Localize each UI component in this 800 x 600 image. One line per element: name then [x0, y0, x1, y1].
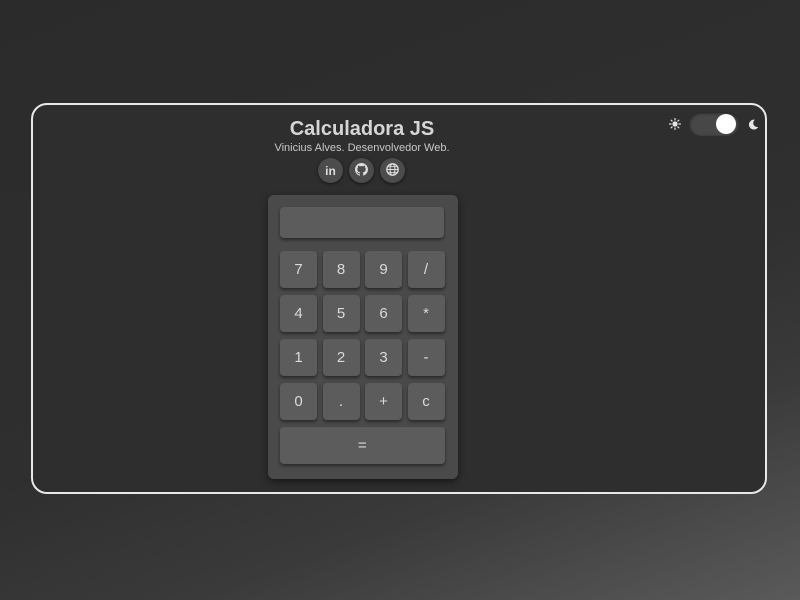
key-divide[interactable]: / — [407, 251, 445, 288]
website-button[interactable] — [380, 158, 405, 183]
key-multiply[interactable]: * — [407, 295, 445, 332]
github-button[interactable] — [349, 158, 374, 183]
theme-toggle-group — [669, 112, 759, 136]
key-7[interactable]: 7 — [280, 251, 317, 288]
key-9[interactable]: 9 — [365, 251, 402, 288]
key-4[interactable]: 4 — [280, 295, 317, 332]
key-decimal[interactable]: . — [322, 383, 360, 420]
header: Calculadora JS Vinicius Alves. Desenvolv… — [33, 117, 765, 155]
key-3[interactable]: 3 — [365, 339, 402, 376]
social-links: in — [318, 158, 405, 183]
calculator-display[interactable] — [280, 207, 444, 238]
calculator: 7 8 9/ 4 5 6 * 1 2 3- 0. + c = — [268, 195, 458, 479]
key-0[interactable]: 0 — [280, 383, 317, 420]
key-clear[interactable]: c — [407, 383, 445, 420]
key-2[interactable]: 2 — [322, 339, 360, 376]
sun-icon — [669, 118, 681, 130]
key-8[interactable]: 8 — [322, 251, 360, 288]
globe-icon — [386, 162, 399, 179]
key-5[interactable]: 5 — [322, 295, 360, 332]
github-icon — [355, 162, 368, 179]
calculator-keypad: 7 8 9/ 4 5 6 * 1 2 3- 0. + c = — [280, 251, 445, 464]
page-subtitle: Vinicius Alves. Desenvolvedor Web. — [274, 142, 450, 154]
toggle-knob — [716, 114, 736, 134]
key-1[interactable]: 1 — [280, 339, 317, 376]
linkedin-button[interactable]: in — [318, 158, 343, 183]
app-frame: Calculadora JS Vinicius Alves. Desenvolv… — [31, 103, 767, 494]
page-title: Calculadora JS — [289, 118, 435, 140]
key-add[interactable]: + — [365, 383, 402, 420]
key-subtract[interactable]: - — [407, 339, 445, 376]
linkedin-icon: in — [325, 163, 336, 178]
key-6[interactable]: 6 — [365, 295, 402, 332]
key-equals[interactable]: = — [280, 427, 445, 464]
theme-toggle-switch[interactable] — [689, 112, 739, 136]
moon-icon — [747, 118, 759, 130]
